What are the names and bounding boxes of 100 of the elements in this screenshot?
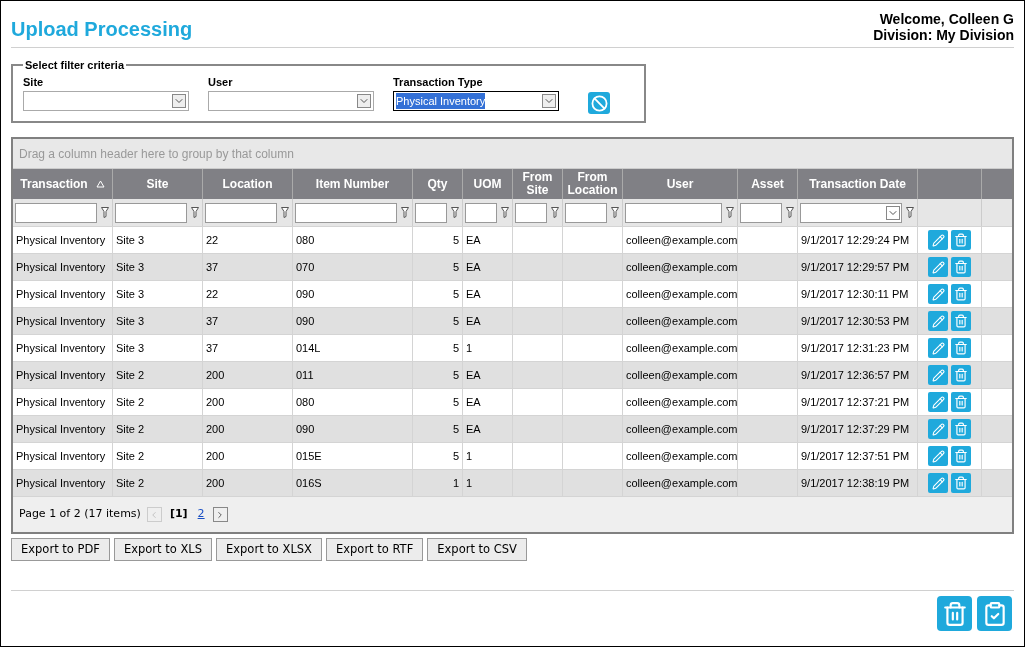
delete-button[interactable] — [951, 311, 971, 331]
filter-dropdown[interactable] — [208, 91, 374, 111]
edit-button[interactable] — [928, 284, 948, 304]
filter-icon[interactable] — [611, 207, 619, 218]
page-link[interactable]: [1] — [167, 506, 190, 523]
edit-button[interactable] — [928, 419, 948, 439]
chevron-down-icon — [172, 94, 186, 108]
column-filter-field[interactable] — [115, 202, 187, 223]
filter-icon[interactable] — [191, 207, 199, 218]
table-cell-text: 9/1/2017 12:30:11 PM — [801, 286, 909, 302]
table-cell-text: 200 — [206, 367, 225, 383]
column-filter-field[interactable] — [740, 202, 782, 223]
table-cell-text: EA — [466, 259, 481, 275]
filter-dropdown[interactable] — [23, 91, 189, 111]
table-cell-text: 9/1/2017 12:37:21 PM — [801, 394, 910, 410]
filter-icon[interactable] — [101, 207, 109, 218]
table-cell-text: 9/1/2017 12:36:57 PM — [801, 367, 910, 383]
delete-button[interactable] — [951, 473, 971, 493]
column-filter-field[interactable] — [565, 202, 607, 223]
pencil-icon — [931, 341, 945, 355]
welcome-text: Welcome, Colleen G — [879, 11, 1014, 27]
trash-icon — [954, 287, 968, 301]
chevron-down-icon — [357, 94, 371, 108]
table-cell-text: colleen@example.com — [626, 394, 738, 410]
pencil-icon — [931, 260, 945, 274]
delete-button[interactable] — [951, 392, 971, 412]
edit-button[interactable] — [928, 257, 948, 277]
delete-button[interactable] — [951, 338, 971, 358]
delete-button[interactable] — [951, 365, 971, 385]
table-cell-text: 1 — [466, 448, 473, 464]
table-cell-text: Site 3 — [116, 313, 145, 329]
trash-icon — [954, 422, 968, 436]
table-cell-text: 200 — [206, 475, 225, 491]
filter-icon[interactable] — [906, 207, 914, 218]
filter-icon[interactable] — [726, 207, 734, 218]
edit-button[interactable] — [928, 365, 948, 385]
next-page-button[interactable] — [212, 507, 228, 522]
table-cell-text: colleen@example.com — [626, 475, 738, 491]
table-cell-text: Physical Inventory — [16, 421, 106, 437]
table-cell-text: 070 — [296, 259, 315, 275]
delete-all-button[interactable] — [937, 596, 972, 631]
table-cell-text: 22 — [206, 232, 219, 248]
chevron-down-icon — [886, 205, 900, 220]
table-cell-text: 014L — [296, 340, 321, 356]
column-filter-field[interactable] — [515, 202, 547, 223]
filter-icon[interactable] — [401, 207, 409, 218]
pencil-icon — [931, 314, 945, 328]
pencil-icon — [931, 287, 945, 301]
date-filter-dropdown[interactable] — [800, 202, 902, 223]
table-cell-text: colleen@example.com — [626, 232, 738, 248]
delete-button[interactable] — [951, 446, 971, 466]
table-cell-text: 22 — [206, 286, 219, 302]
filter-icon[interactable] — [786, 207, 794, 218]
column-filter-field[interactable] — [625, 202, 722, 223]
export-button[interactable]: Export to PDF — [11, 538, 110, 561]
division-text: Division: My Division — [873, 27, 1014, 43]
group-hint: Drag a column header here to group by that column — [19, 145, 294, 163]
table-cell-text: colleen@example.com — [626, 340, 738, 356]
delete-button[interactable] — [951, 257, 971, 277]
table-cell-text: colleen@example.com — [626, 367, 738, 383]
filter-icon[interactable] — [451, 207, 459, 218]
table-cell-text: 5 — [452, 286, 459, 302]
edit-button[interactable] — [928, 230, 948, 250]
column-filter-field[interactable] — [415, 202, 447, 223]
export-button[interactable]: Export to CSV — [427, 538, 527, 561]
edit-button[interactable] — [928, 473, 948, 493]
delete-button[interactable] — [951, 284, 971, 304]
filter-dropdown[interactable]: Physical Inventory — [393, 91, 559, 111]
process-button[interactable] — [977, 596, 1012, 631]
export-button[interactable]: Export to RTF — [325, 538, 424, 561]
edit-button[interactable] — [928, 392, 948, 412]
delete-button[interactable] — [951, 230, 971, 250]
filter-icon[interactable] — [281, 207, 289, 218]
clear-filter-button[interactable] — [588, 92, 610, 114]
edit-button[interactable] — [928, 338, 948, 358]
filter-icon[interactable] — [501, 207, 509, 218]
edit-button[interactable] — [928, 311, 948, 331]
column-filter-field[interactable] — [465, 202, 497, 223]
table-cell-text: 9/1/2017 12:38:19 PM — [801, 475, 910, 491]
table-cell-text: 080 — [296, 232, 315, 248]
table-cell-text: 9/1/2017 12:29:24 PM — [801, 232, 910, 248]
column-filter-field[interactable] — [295, 202, 397, 223]
delete-button[interactable] — [951, 419, 971, 439]
sort-ascending-icon[interactable] — [95, 180, 105, 188]
table-cell-text: colleen@example.com — [626, 286, 738, 302]
trash-icon — [954, 395, 968, 409]
table-cell-text: 200 — [206, 394, 225, 410]
export-button[interactable]: Export to XLS — [113, 538, 212, 561]
table-cell-text: 37 — [206, 313, 219, 329]
filter-label: Transaction Type — [393, 74, 484, 90]
table-cell-text: 200 — [206, 448, 225, 464]
table-cell-text: Site 3 — [116, 340, 145, 356]
export-button[interactable]: Export to XLSX — [216, 538, 322, 561]
trash-icon — [941, 600, 968, 627]
filter-icon[interactable] — [551, 207, 559, 218]
edit-button[interactable] — [928, 446, 948, 466]
column-filter-field[interactable] — [15, 202, 97, 223]
column-filter-field[interactable] — [205, 202, 277, 223]
page-link[interactable]: 2 — [195, 506, 207, 523]
pencil-icon — [931, 449, 945, 463]
